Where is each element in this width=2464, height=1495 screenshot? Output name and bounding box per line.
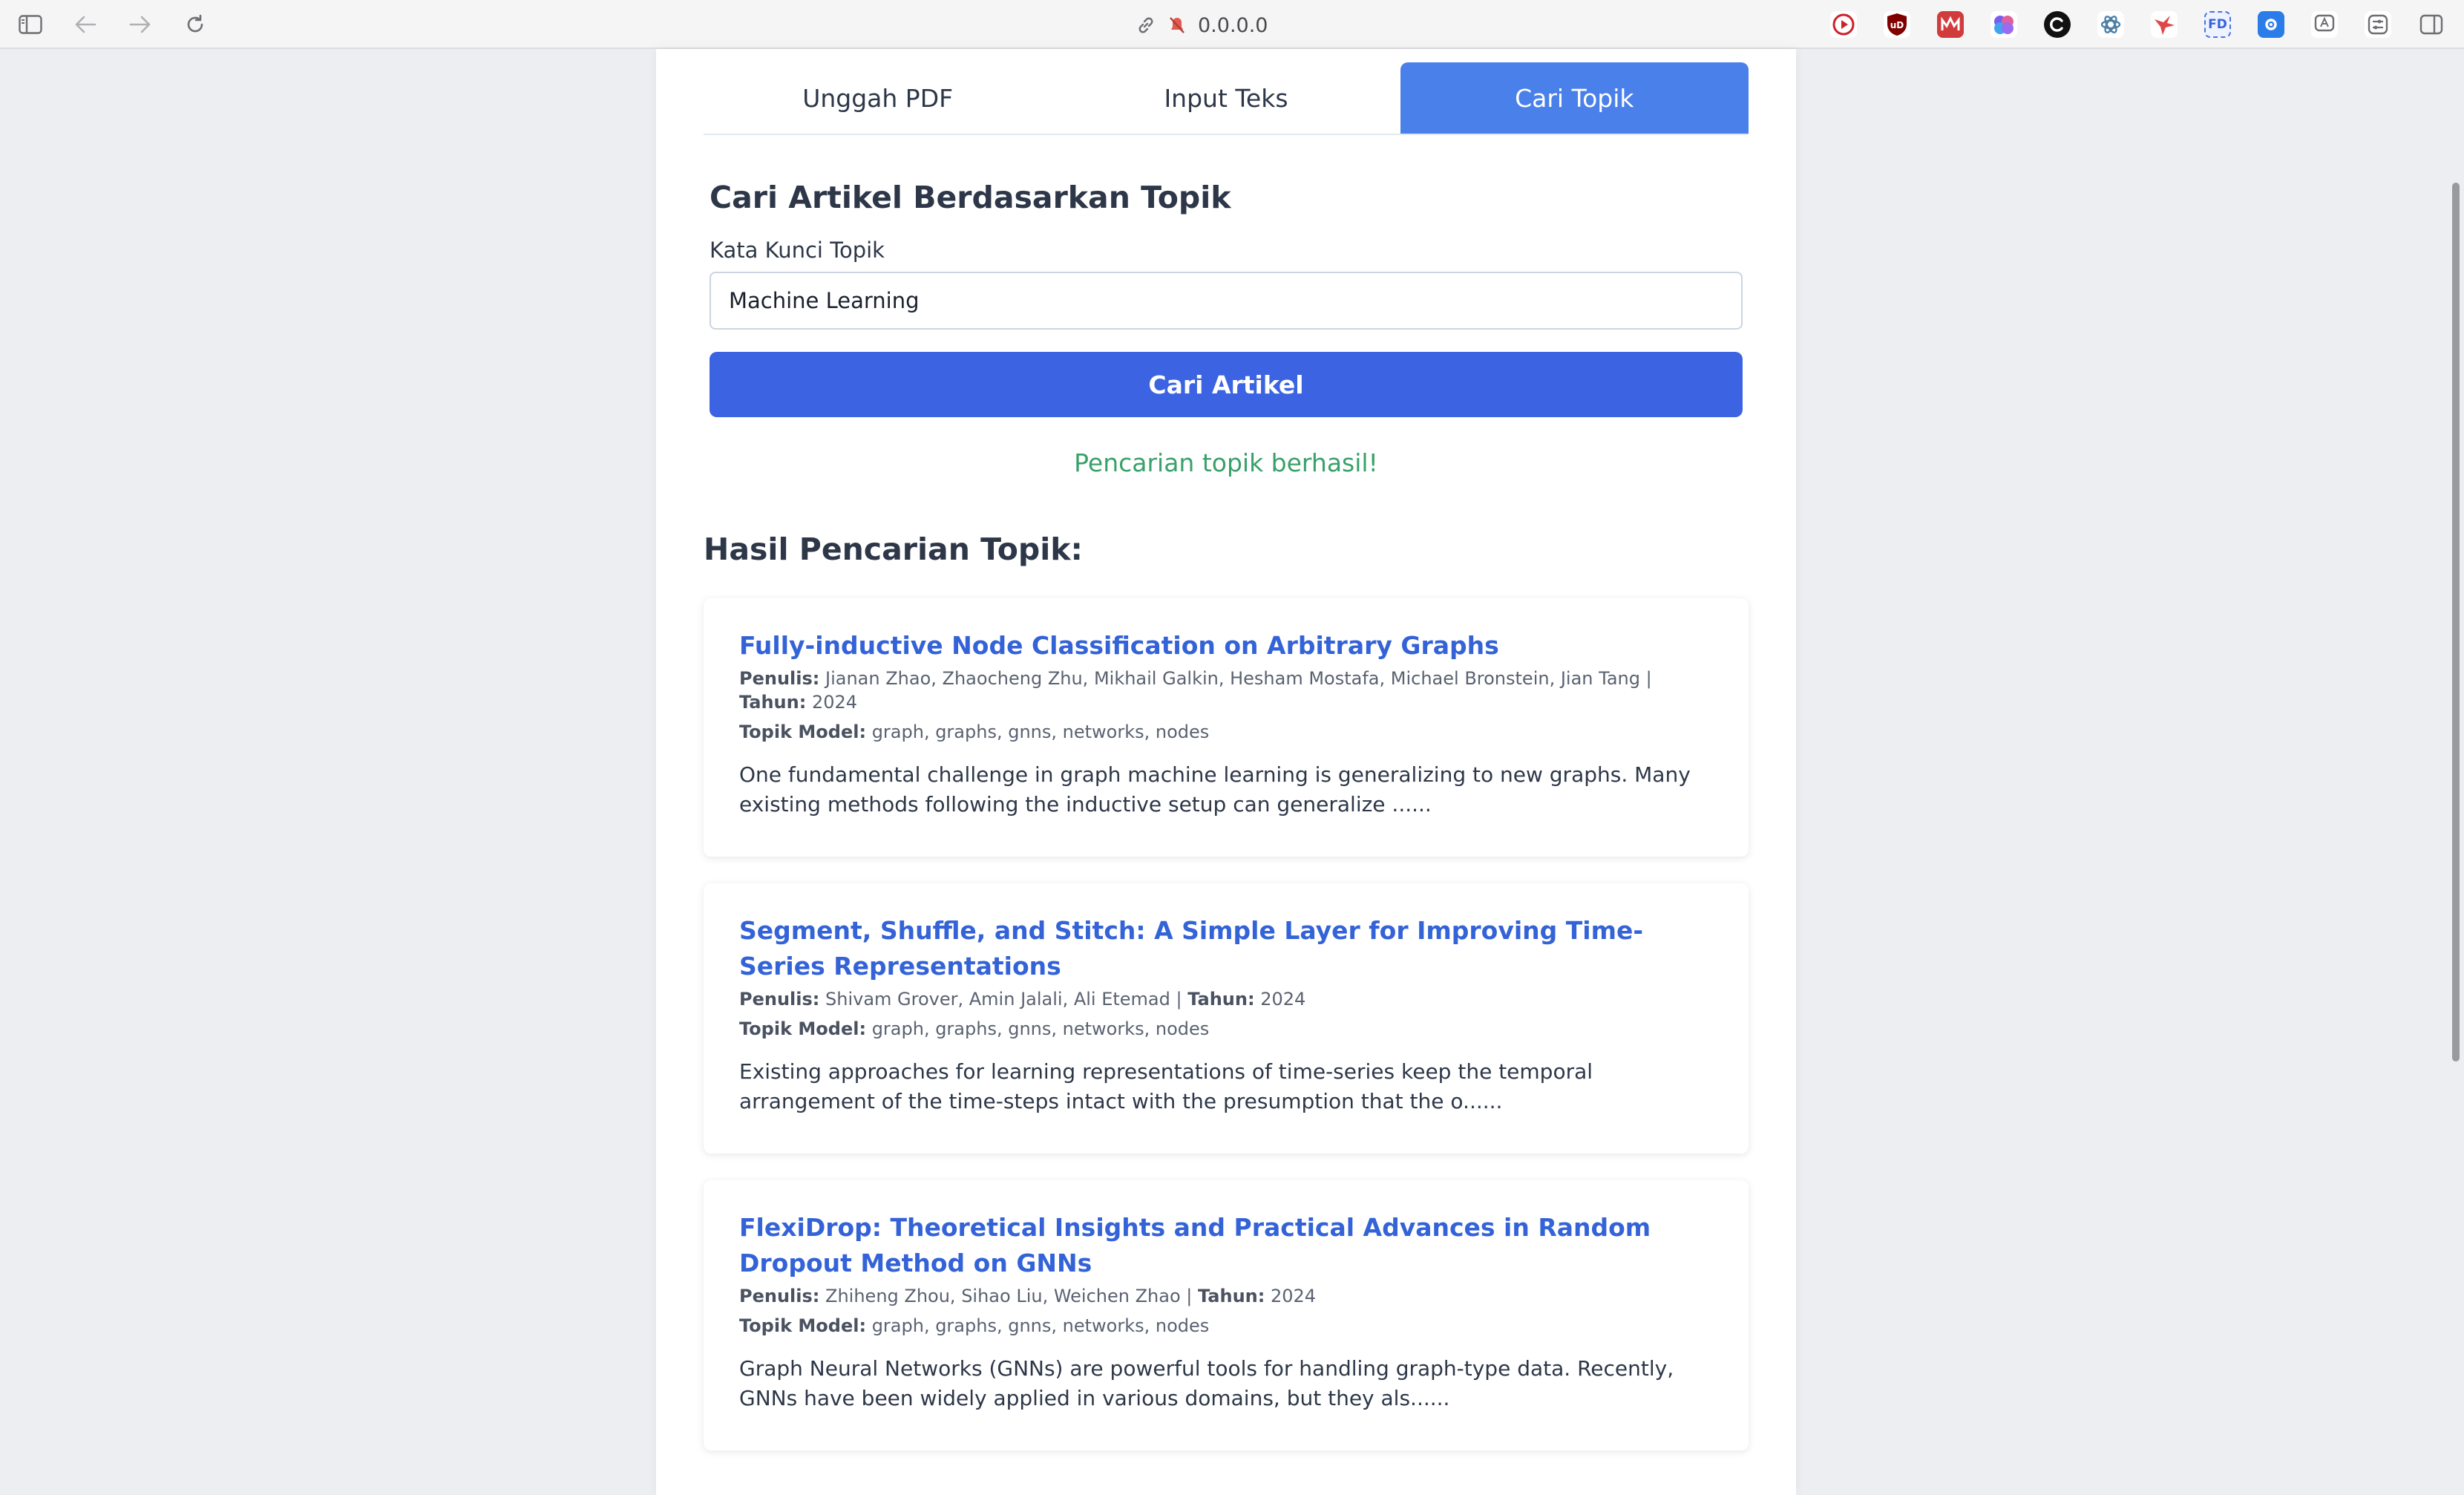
chatgpt-ext-icon[interactable] — [2044, 11, 2071, 38]
address-bar[interactable]: 0.0.0.0 — [1136, 9, 1268, 42]
article-title-link[interactable]: FlexiDrop: Theoretical Insights and Prac… — [739, 1210, 1713, 1281]
page-scrollbar[interactable] — [2452, 183, 2460, 1061]
search-button[interactable]: Cari Artikel — [710, 352, 1743, 417]
sidebar-toggle-icon[interactable] — [16, 10, 45, 39]
article-authors: Shivam Grover, Amin Jalali, Ali Etemad — [825, 989, 1170, 1010]
url-text[interactable]: 0.0.0.0 — [1198, 14, 1268, 37]
translate-ext-icon[interactable] — [2311, 11, 2338, 38]
brain-ext-icon[interactable] — [1990, 11, 2017, 38]
article-topic-words: graph, graphs, gnns, networks, nodes — [871, 1018, 1210, 1039]
article-abstract: One fundamental challenge in graph machi… — [739, 762, 1691, 817]
topic-label: Topik Model: — [739, 1018, 867, 1039]
article-topic-words: graph, graphs, gnns, networks, nodes — [871, 1315, 1210, 1336]
sliders-ext-icon[interactable] — [2365, 11, 2391, 38]
year-label: Tahun: — [1198, 1286, 1265, 1306]
topic-label: Topik Model: — [739, 1315, 867, 1336]
article-year: 2024 — [811, 692, 858, 713]
link-icon — [1136, 15, 1156, 36]
article-topics: Topik Model: graph, graphs, gnns, networ… — [739, 720, 1713, 744]
article-abstract: Graph Neural Networks (GNNs) are powerfu… — [739, 1356, 1674, 1410]
article-year: 2024 — [1271, 1286, 1317, 1306]
article-authors: Zhiheng Zhou, Sihao Liu, Weichen Zhao — [825, 1286, 1181, 1306]
keyword-input[interactable]: Machine Learning — [710, 272, 1743, 330]
tab-input-teks[interactable]: Input Teks — [1052, 62, 1400, 134]
fd-ext-icon[interactable]: FD — [2204, 11, 2231, 38]
muted-bell-icon[interactable] — [1167, 15, 1187, 36]
author-label: Penulis: — [739, 989, 820, 1010]
author-label: Penulis: — [739, 668, 820, 689]
keyword-label: Kata Kunci Topik — [710, 238, 885, 263]
bird-ext-icon[interactable] — [2151, 11, 2178, 38]
article-meta: Penulis: Zhiheng Zhou, Sihao Liu, Weiche… — [739, 1286, 1317, 1306]
author-label: Penulis: — [739, 1286, 820, 1306]
reload-icon[interactable] — [181, 10, 209, 39]
browser-toolbar: 0.0.0.0 uD FD — [0, 0, 2464, 49]
monkey-ext-icon[interactable] — [1937, 11, 1964, 38]
article-authors: Jianan Zhao, Zhaocheng Zhu, Mikhail Galk… — [825, 668, 1640, 689]
result-card: FlexiDrop: Theoretical Insights and Prac… — [704, 1180, 1749, 1450]
article-year: 2024 — [1260, 989, 1306, 1010]
tab-bar: Unggah PDF Input Teks Cari Topik — [704, 62, 1749, 135]
article-topic-words: graph, graphs, gnns, networks, nodes — [871, 722, 1210, 742]
forward-arrow-icon[interactable] — [126, 10, 154, 39]
article-meta: Penulis: Jianan Zhao, Zhaocheng Zhu, Mik… — [739, 668, 1652, 713]
year-label: Tahun: — [1187, 989, 1255, 1010]
svg-text:uD: uD — [1890, 20, 1904, 30]
tab-cari-topik[interactable]: Cari Topik — [1400, 62, 1749, 134]
article-title-link[interactable]: Segment, Shuffle, and Stitch: A Simple L… — [739, 913, 1713, 984]
back-arrow-icon[interactable] — [71, 10, 99, 39]
youtube-ext-icon[interactable] — [1830, 11, 1857, 38]
tab-unggah-pdf[interactable]: Unggah PDF — [704, 62, 1052, 134]
article-topics: Topik Model: graph, graphs, gnns, networ… — [739, 1314, 1713, 1338]
ublock-ext-icon[interactable]: uD — [1884, 11, 1910, 38]
gear-ext-icon[interactable] — [2258, 11, 2284, 38]
split-view-icon[interactable] — [2418, 11, 2445, 38]
results-heading: Hasil Pencarian Topik: — [704, 531, 1083, 567]
app-container: Unggah PDF Input Teks Cari Topik Cari Ar… — [656, 49, 1796, 1495]
openai-ext-icon[interactable] — [2097, 11, 2124, 38]
article-meta: Penulis: Shivam Grover, Amin Jalali, Ali… — [739, 989, 1306, 1010]
article-title-link[interactable]: Fully-inductive Node Classification on A… — [739, 628, 1713, 664]
result-card: Fully-inductive Node Classification on A… — [704, 598, 1749, 857]
year-label: Tahun: — [739, 692, 807, 713]
article-topics: Topik Model: graph, graphs, gnns, networ… — [739, 1017, 1713, 1041]
result-card: Segment, Shuffle, and Stitch: A Simple L… — [704, 883, 1749, 1154]
status-message: Pencarian topik berhasil! — [1074, 448, 1378, 477]
article-abstract: Existing approaches for learning represe… — [739, 1059, 1593, 1113]
search-heading: Cari Artikel Berdasarkan Topik — [710, 180, 1231, 215]
topic-label: Topik Model: — [739, 722, 867, 742]
